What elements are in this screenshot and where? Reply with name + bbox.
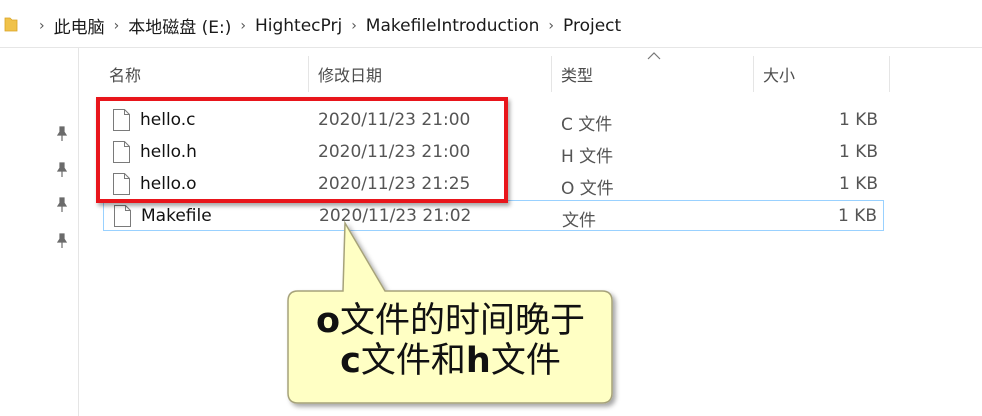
column-divider[interactable] xyxy=(551,56,552,92)
column-divider[interactable] xyxy=(308,56,309,92)
file-type: 文件 xyxy=(562,211,596,231)
file-size: 1 KB xyxy=(837,206,877,226)
callout-line-1: o文件的时间晚于 xyxy=(289,301,612,341)
breadcrumb-item-local-disk[interactable]: 本地磁盘 (E:) xyxy=(128,13,231,38)
address-bar[interactable]: › 此电脑 › 本地磁盘 (E:) › HightecPrj › Makefil… xyxy=(0,0,982,48)
file-size: 1 KB xyxy=(838,174,878,194)
file-type: O 文件 xyxy=(561,179,614,199)
callout-text-part: 文件和 xyxy=(360,341,466,381)
callout-text-part: 文件的时间晚于 xyxy=(340,301,586,341)
column-header-date[interactable]: 修改日期 xyxy=(318,56,382,92)
navigation-pane xyxy=(0,48,78,416)
file-date: 2020/11/23 21:02 xyxy=(319,206,472,226)
file-name: Makefile xyxy=(141,206,212,226)
column-header-name[interactable]: 名称 xyxy=(109,56,141,92)
file-size: 1 KB xyxy=(838,110,878,130)
breadcrumb-item-this-pc[interactable]: 此电脑 xyxy=(54,13,105,38)
pin-icon[interactable] xyxy=(55,126,69,142)
chevron-right-icon[interactable]: › xyxy=(39,18,45,34)
file-type: C 文件 xyxy=(561,115,613,135)
callout-bold-h: h xyxy=(465,341,491,381)
sort-ascending-icon xyxy=(647,52,661,60)
column-header-size[interactable]: 大小 xyxy=(763,56,795,92)
chevron-right-icon[interactable]: › xyxy=(240,18,246,34)
file-type: H 文件 xyxy=(561,147,614,167)
chevron-right-icon[interactable]: › xyxy=(114,18,120,34)
callout-text: o文件的时间晚于 c文件和h文件 xyxy=(289,301,612,381)
pin-icon[interactable] xyxy=(55,197,69,213)
callout-text-part: 文件 xyxy=(490,341,561,381)
folder-icon xyxy=(4,17,18,32)
breadcrumb: › 此电脑 › 本地磁盘 (E:) › HightecPrj › Makefil… xyxy=(30,13,621,39)
breadcrumb-item-project[interactable]: Project xyxy=(563,16,621,36)
highlight-box xyxy=(96,97,508,203)
callout-bold-c: c xyxy=(340,341,361,381)
file-icon xyxy=(114,205,131,227)
pin-icon[interactable] xyxy=(55,233,69,249)
breadcrumb-item-hightecprj[interactable]: HightecPrj xyxy=(255,16,342,36)
column-divider[interactable] xyxy=(753,56,754,92)
pane-divider[interactable] xyxy=(78,48,79,416)
column-header-type[interactable]: 类型 xyxy=(561,56,593,92)
file-row-selected[interactable]: Makefile 2020/11/23 21:02 文件 1 KB xyxy=(103,200,884,231)
callout-line-2: c文件和h文件 xyxy=(289,341,612,381)
callout-bold-o: o xyxy=(315,301,341,341)
chevron-right-icon[interactable]: › xyxy=(548,18,554,34)
breadcrumb-item-makefileintroduction[interactable]: MakefileIntroduction xyxy=(366,16,540,36)
pin-icon[interactable] xyxy=(55,162,69,178)
chevron-right-icon[interactable]: › xyxy=(351,18,357,34)
column-divider[interactable] xyxy=(889,56,890,92)
file-size: 1 KB xyxy=(838,142,878,162)
